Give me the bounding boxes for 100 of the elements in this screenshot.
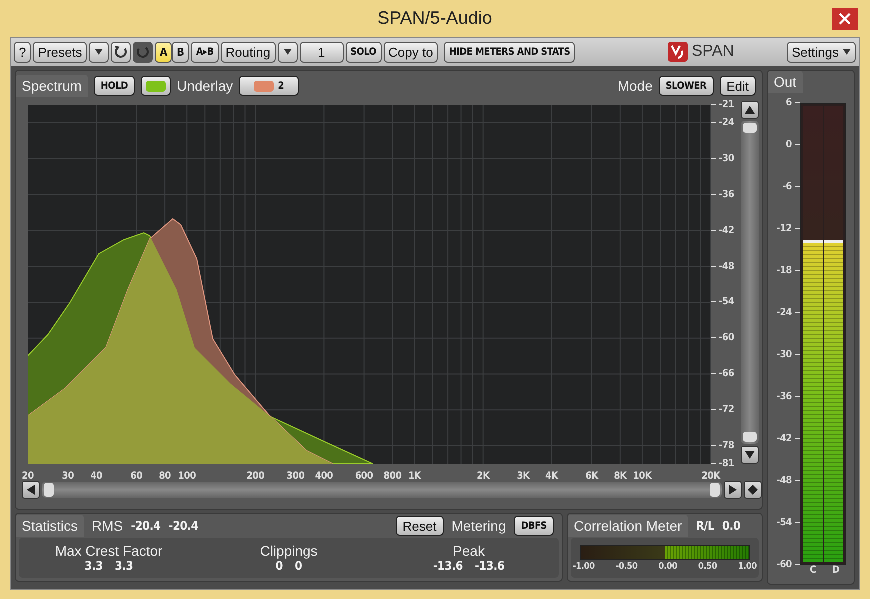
- mode-button[interactable]: SLOWER: [658, 76, 714, 96]
- stat-value: 0: [295, 558, 302, 572]
- stat-label: Clippings: [260, 544, 318, 558]
- logo-icon: [668, 42, 688, 62]
- edit-button[interactable]: Edit: [720, 76, 756, 96]
- metering-button[interactable]: DBFS: [514, 516, 554, 536]
- scroll-left-button[interactable]: [22, 481, 40, 499]
- close-button[interactable]: [832, 8, 858, 30]
- axis-label: 10K: [633, 471, 652, 482]
- underlay-swatch-icon: [254, 80, 274, 92]
- preset-slot-tab[interactable]: A: [155, 42, 172, 62]
- hide-meters-button[interactable]: HIDE METERS AND STATS: [444, 42, 576, 62]
- presets-dropdown[interactable]: [89, 42, 110, 62]
- scale-label: 0.50: [698, 562, 718, 572]
- channel-pair-label: R/L: [696, 519, 714, 533]
- axis-label: -42: [719, 225, 734, 236]
- axis-label: 100: [178, 471, 196, 482]
- scroll-up-button[interactable]: [741, 101, 759, 119]
- axis-label: -72: [719, 404, 734, 416]
- axis-label: -21: [719, 100, 734, 110]
- stat-value: 0: [276, 558, 283, 572]
- axis-label: -54: [719, 296, 734, 308]
- left-arrow-icon: [27, 485, 35, 495]
- solo-button[interactable]: SOLO: [346, 42, 382, 62]
- stat-value: 3.3: [84, 558, 103, 572]
- caret-icon: [95, 49, 104, 55]
- correlation-value: 0.0: [722, 519, 741, 533]
- axis-label: 800: [384, 471, 402, 482]
- vertical-scrollbar[interactable]: [741, 121, 759, 444]
- preset-slot-tab[interactable]: B: [172, 42, 190, 62]
- presets-button[interactable]: Presets: [33, 42, 88, 62]
- axis-label: -78: [719, 440, 734, 452]
- underlay-button[interactable]: 2: [239, 76, 300, 96]
- panel-title: Statistics: [16, 515, 84, 537]
- close-icon: [839, 13, 851, 25]
- axis-label: 2K: [477, 471, 490, 482]
- stat-value: -13.6: [475, 558, 505, 572]
- mode-label: Mode: [618, 78, 653, 94]
- help-button[interactable]: ?: [14, 42, 32, 62]
- scale-label: 0.00: [658, 562, 678, 572]
- copy-ab-button[interactable]: A▸B: [191, 42, 219, 62]
- scale-label: 1.00: [738, 562, 757, 572]
- undo-button[interactable]: [111, 42, 132, 62]
- meter-scale-label: -36: [776, 392, 792, 402]
- meter-scale-label: -60: [776, 560, 792, 570]
- axis-label: -60: [719, 332, 734, 344]
- axis-label: -30: [719, 153, 734, 164]
- stat-label: Peak: [453, 544, 485, 558]
- hold-button[interactable]: HOLD: [94, 76, 136, 96]
- axis-label: 400: [315, 471, 334, 482]
- scale-label: -1.00: [573, 562, 595, 572]
- scroll-right-button[interactable]: [724, 481, 742, 499]
- rms-label: RMS: [92, 518, 124, 534]
- underlay-label: Underlay: [177, 78, 234, 94]
- axis-label: 300: [286, 471, 305, 482]
- axis-label: -66: [719, 368, 734, 380]
- down-arrow-icon: [745, 451, 755, 459]
- channel-label: D: [832, 565, 840, 576]
- up-arrow-icon: [745, 106, 755, 114]
- stat-label: Max Crest Factor: [55, 544, 163, 558]
- channel-field[interactable]: 1: [300, 42, 344, 62]
- routing-button[interactable]: Routing: [220, 42, 276, 62]
- caret-icon: [284, 49, 292, 55]
- panel-title: Out: [768, 71, 803, 93]
- axis-label: 6K: [586, 471, 598, 482]
- axis-label: 60: [130, 471, 143, 482]
- spectrum-color-button[interactable]: [141, 76, 172, 96]
- axis-label: -81: [719, 458, 734, 470]
- axis-label: 4K: [546, 471, 558, 482]
- scroll-down-button[interactable]: [741, 446, 759, 464]
- zoom-reset-button[interactable]: [744, 481, 762, 499]
- axis-label: -48: [719, 261, 734, 272]
- copy-to-button[interactable]: Copy to: [384, 42, 438, 62]
- axis-label: -36: [719, 189, 734, 200]
- undo-icon: [114, 45, 128, 59]
- meter-scale-label: -6: [782, 182, 792, 192]
- reset-button[interactable]: Reset: [396, 516, 444, 536]
- meter-scale-label: -18: [776, 266, 792, 276]
- right-arrow-icon: [729, 485, 737, 495]
- rms-value: -20.4: [131, 519, 161, 533]
- axis-label: 200: [246, 471, 265, 482]
- stat-value: 3.3: [115, 558, 134, 572]
- redo-icon: [136, 45, 150, 59]
- logo-text: SPAN: [692, 43, 734, 61]
- color-swatch-icon: [146, 80, 166, 92]
- meter-scale-label: 6: [786, 98, 792, 108]
- meter-scale-label: -54: [776, 518, 792, 528]
- horizontal-scrollbar[interactable]: [42, 482, 722, 498]
- axis-label: -24: [719, 117, 734, 128]
- meter-scale-label: -30: [776, 350, 792, 360]
- meter-scale-label: -42: [776, 434, 792, 444]
- stat-value: -13.6: [433, 558, 463, 572]
- settings-button[interactable]: Settings: [787, 42, 856, 62]
- meter-scale-label: 0: [786, 140, 792, 150]
- routing-dropdown[interactable]: [278, 42, 298, 62]
- redo-button[interactable]: [133, 42, 154, 62]
- meter-scale-label: -12: [776, 224, 792, 234]
- caret-icon: [843, 49, 851, 55]
- axis-label: 600: [355, 471, 374, 482]
- axis-label: 20K: [702, 471, 720, 482]
